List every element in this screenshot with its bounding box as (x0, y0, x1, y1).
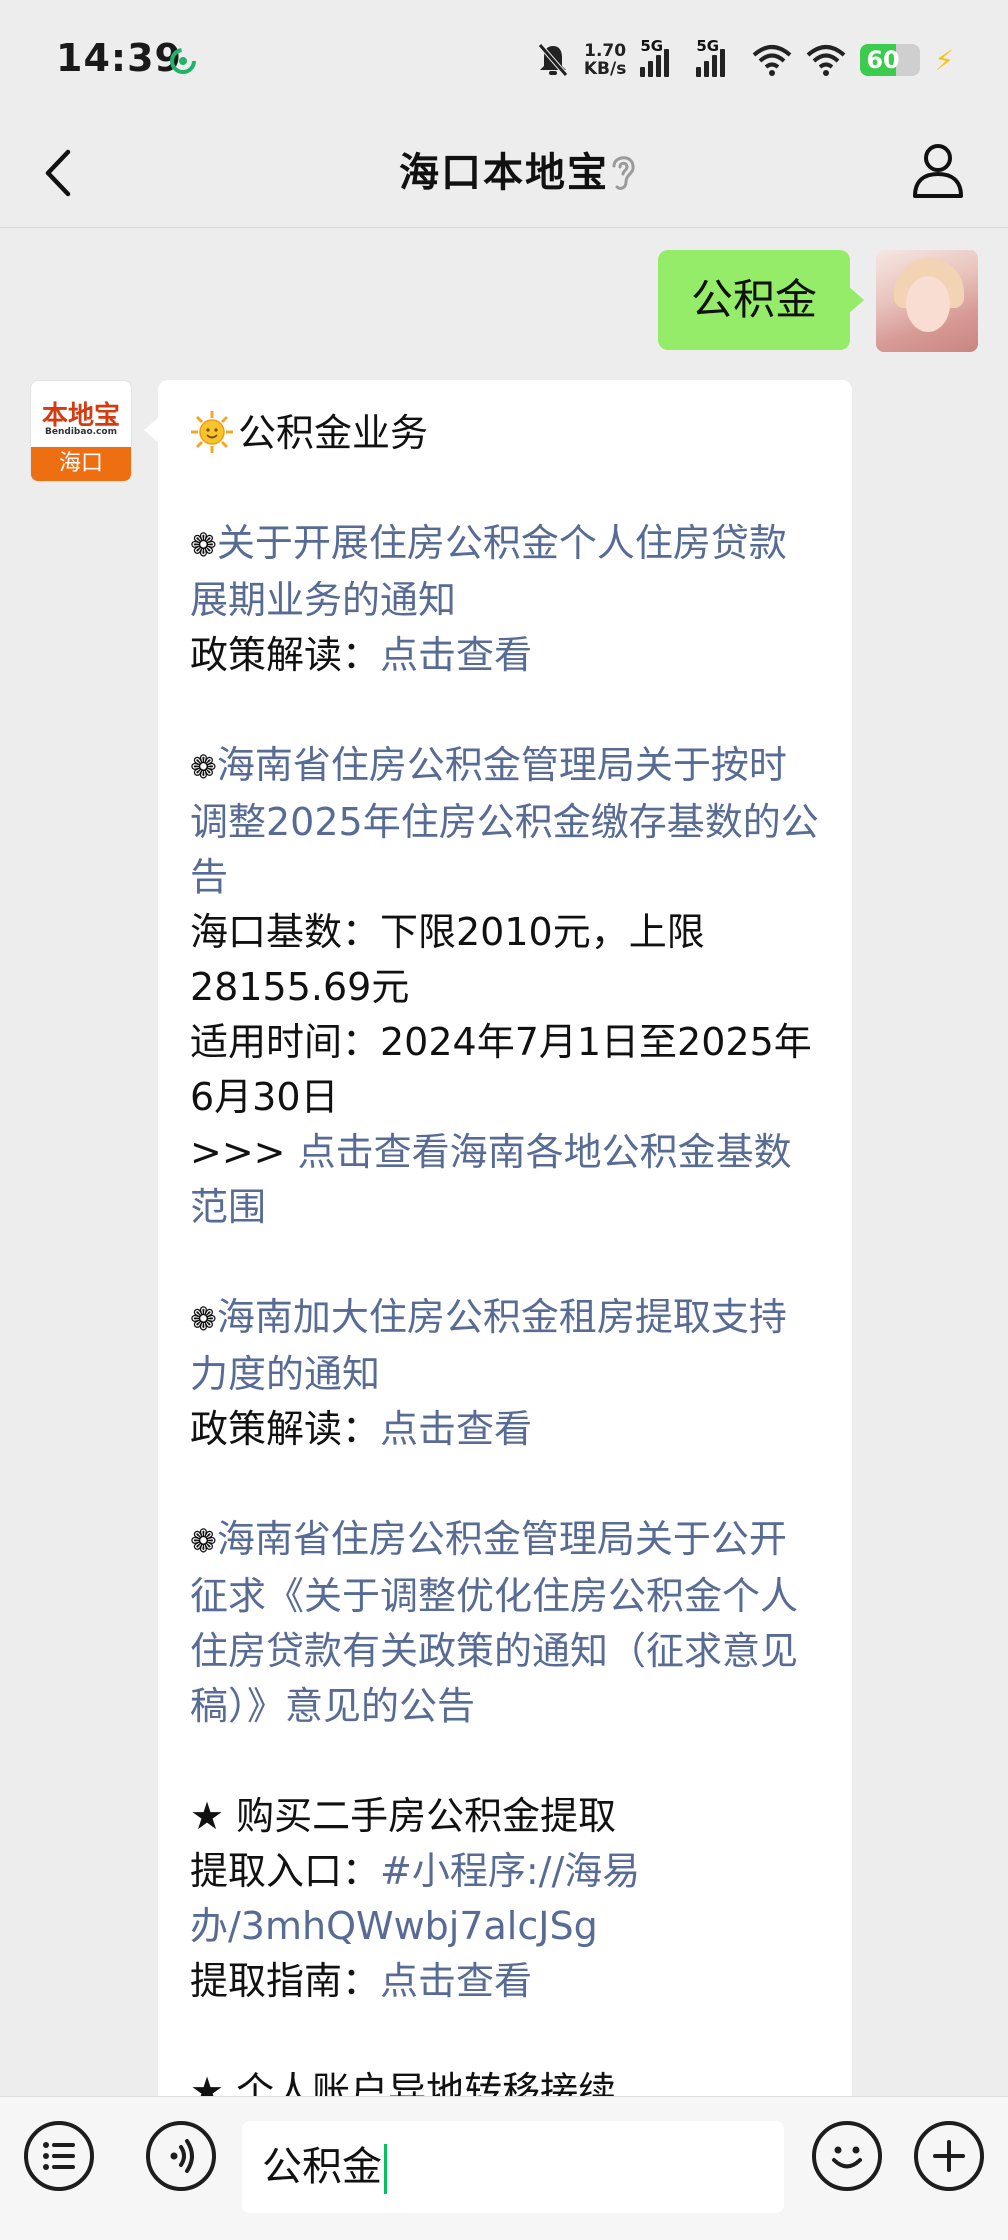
status-bar: 14:39 1.70 KB/s 5G 5G 60 ⚡ (0, 0, 1008, 118)
notice-link-rental-withdrawal[interactable]: 海南加大住房公积金租房提取支持力度的通知 (190, 1295, 787, 1396)
reply-heading: 公积金业务 (190, 406, 820, 461)
flower-bullet-icon: ❁ (190, 1522, 217, 1560)
notice-link-public-consultation[interactable]: 海南省住房公积金管理局关于公开征求《关于调整优化住房公积金个人住房贷款有关政策的… (190, 1517, 798, 1728)
voice-icon (170, 2139, 194, 2173)
my-message-bubble[interactable]: 公积金 (658, 250, 864, 350)
nav-bar: 海口本地宝 (0, 118, 1008, 228)
policy-interpretation-link-1[interactable]: 点击查看 (380, 633, 532, 677)
flower-bullet-icon: ❁ (190, 526, 217, 564)
flower-bullet-icon: ❁ (190, 1300, 217, 1338)
network-speed: 1.70 KB/s (583, 41, 627, 79)
battery-icon: 60 (860, 44, 921, 76)
bot-reply-bubble: 公积金业务 ❁关于开展住房公积金个人住房贷款展期业务的通知 政策解读：点击查看 … (144, 380, 852, 2096)
notice-link-base-adjustment[interactable]: 海南省住房公积金管理局关于按时调整2025年住房公积金缴存基数的公告 (190, 743, 819, 899)
reply-item-4: ❁海南省住房公积金管理局关于公开征求《关于调整优化住房公积金个人住房贷款有关政策… (190, 1512, 820, 1734)
sun-emoji-icon (191, 411, 233, 453)
star-bullet-icon: ★ (190, 1794, 225, 1838)
profile-icon[interactable] (910, 140, 966, 200)
ear-listening-icon (612, 156, 635, 190)
plus-icon (933, 2140, 965, 2172)
signal-sim1-icon: 5G (640, 37, 682, 77)
signal-sim2-icon: 5G (696, 37, 738, 77)
bot-avatar[interactable]: 本地宝 Bendibao.com 海口 (30, 380, 132, 482)
emoji-button[interactable] (812, 2121, 882, 2191)
reply-item-5: ★ 购买二手房公积金提取 提取入口：#小程序://海易办/3mhQWwbj7al… (190, 1794, 641, 2003)
app-notification-icon (170, 48, 196, 74)
policy-interpretation-link-2[interactable]: 点击查看 (380, 1407, 532, 1451)
text-cursor (384, 2144, 387, 2194)
reply-item-6: ★ 个人账户异地转移接续 (190, 2064, 820, 2096)
input-bar: 公积金 (0, 2096, 1008, 2240)
wifi-plus-icon (753, 45, 792, 76)
haikou-base-text: 海口基数：下限2010元，上限28155.69元 (190, 910, 705, 1009)
wifi-icon (807, 45, 846, 76)
more-actions-button[interactable] (914, 2121, 984, 2191)
message-input[interactable]: 公积金 (242, 2121, 784, 2213)
reply-item-1: ❁关于开展住房公积金个人住房贷款展期业务的通知 政策解读：点击查看 (190, 521, 787, 677)
mute-bell-icon (537, 43, 568, 77)
applicable-time-text: 适用时间：2024年7月1日至2025年6月30日 (190, 1020, 812, 1119)
reply-item-3: ❁海南加大住房公积金租房提取支持力度的通知 政策解读：点击查看 (190, 1295, 787, 1451)
smiley-icon (832, 2146, 862, 2169)
status-time: 14:39 (56, 36, 182, 80)
chat-title: 海口本地宝 (399, 150, 609, 196)
notice-link-loan-extension[interactable]: 关于开展住房公积金个人住房贷款展期业务的通知 (190, 521, 787, 622)
withdrawal-guide-link[interactable]: 点击查看 (380, 1959, 532, 2003)
my-avatar[interactable] (876, 250, 978, 352)
flower-bullet-icon: ❁ (190, 748, 217, 786)
charging-icon: ⚡ (934, 43, 954, 77)
menu-toggle-button[interactable] (24, 2121, 94, 2191)
voice-input-button[interactable] (146, 2121, 216, 2191)
reply-item-2: ❁海南省住房公积金管理局关于按时调整2025年住房公积金缴存基数的公告 海口基数… (190, 743, 819, 1229)
chat-area[interactable]: 公积金 本地宝 Bendibao.com 海口 公积金业务 ❁关于开展住房公积金… (0, 228, 1008, 2096)
list-menu-icon (43, 2142, 75, 2170)
star-bullet-icon: ★ (190, 2069, 225, 2096)
